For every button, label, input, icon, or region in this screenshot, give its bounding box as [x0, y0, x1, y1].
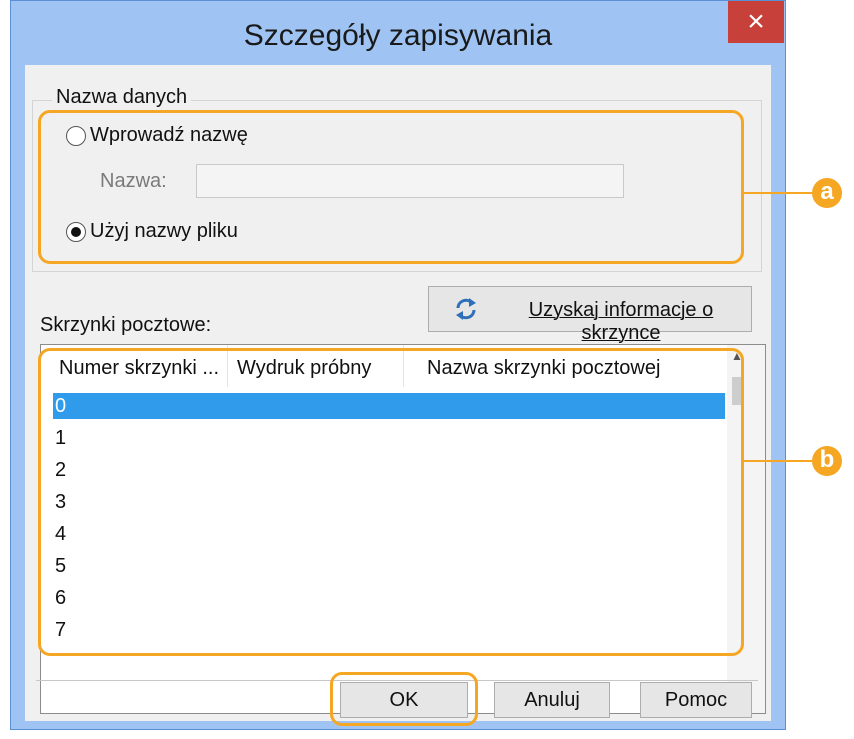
close-button[interactable]: ×: [728, 1, 784, 43]
highlight-box-ok: [330, 672, 478, 726]
callout-line-b: [744, 460, 814, 462]
mailboxes-label: Skrzynki pocztowe:: [40, 314, 212, 336]
get-mailbox-info-label: Uzyskaj informacje o skrzynce: [528, 299, 714, 344]
close-icon: ×: [747, 5, 765, 38]
cancel-button[interactable]: Anuluj: [494, 682, 610, 718]
help-button[interactable]: Pomoc: [640, 682, 752, 718]
highlight-box-b: [38, 348, 744, 656]
callout-a: a: [812, 178, 842, 208]
window-title: Szczegóły zapisywania: [243, 19, 553, 52]
callout-b: b: [812, 446, 842, 476]
refresh-icon: [453, 296, 479, 328]
get-mailbox-info-button[interactable]: Uzyskaj informacje o skrzynce: [428, 286, 752, 344]
callout-line-a: [744, 192, 814, 194]
title-bar[interactable]: Szczegóły zapisywania ×: [11, 1, 785, 65]
data-name-group-label: Nazwa danych: [52, 86, 192, 109]
highlight-box-a: [38, 110, 744, 264]
